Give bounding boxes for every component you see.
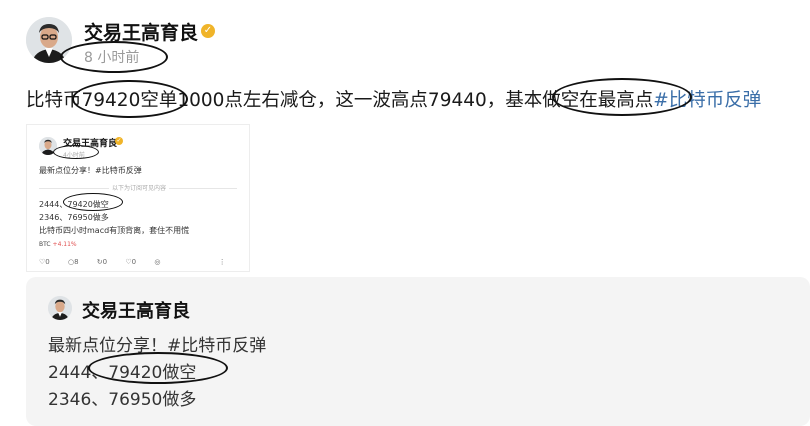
embedded-share-count: 0	[131, 258, 137, 266]
avatar-portrait	[26, 17, 72, 63]
embedded-author: 交易王高育良	[63, 139, 118, 149]
quote-line2: 2444、79420做空	[48, 363, 197, 383]
embedded-screenshot[interactable]: 交易王高育良 ✓ 4小时前 最新点位分享！#比特币反弹 以下为订阅可见内容 24…	[26, 124, 250, 272]
quote-avatar-portrait	[48, 296, 72, 320]
embedded-verified-icon: ✓	[115, 137, 123, 145]
embedded-line4: 比特币四小时macd有顶背离，套住不用慌	[39, 226, 190, 235]
post-time: 8 小时前	[84, 50, 140, 66]
embedded-avatar-portrait	[39, 137, 57, 155]
verified-badge-icon: ✓	[201, 24, 215, 38]
btc-change: +4.11%	[52, 241, 77, 248]
quote-author[interactable]: 交易王高育良	[82, 297, 190, 323]
embedded-divider-label: 以下为订阅可见内容	[109, 183, 170, 192]
post-main-text: 比特币79420空单1000点左右减仓，这一波高点79440，基本做空在最高点	[26, 90, 654, 111]
post-hashtag-link[interactable]: #比特币反弹	[653, 90, 761, 111]
embedded-avatar	[39, 137, 57, 155]
embedded-line1: 最新点位分享！#比特币反弹	[39, 166, 142, 175]
post-text: 比特币79420空单1000点左右减仓，这一波高点79440，基本做空在最高点#…	[26, 86, 761, 112]
embedded-like-count: 0	[102, 258, 108, 266]
embedded-refresh-icon: ◎	[154, 258, 161, 266]
quoted-post-card[interactable]: 交易王高育良 最新点位分享！#比特币反弹 2444、79420做空 2346、7…	[26, 277, 810, 426]
embedded-repost-count: 8	[74, 258, 79, 266]
author-avatar[interactable]	[26, 17, 72, 63]
embedded-line2: 2444、79420做空	[39, 200, 109, 209]
embedded-time: 4小时前	[63, 152, 85, 159]
quote-avatar[interactable]	[48, 296, 72, 320]
embedded-btc-tag: BTC +4.11%	[39, 241, 77, 248]
embedded-comment-count: 0	[45, 258, 50, 266]
btc-label: BTC	[39, 241, 51, 248]
embedded-line3: 2346、76950做多	[39, 213, 109, 222]
embedded-actions: ♡0 ○8 ↻0 ♡0 ◎ ⋮	[39, 258, 239, 266]
quote-line3: 2346、76950做多	[48, 390, 197, 410]
quote-line1: 最新点位分享！#比特币反弹	[48, 336, 267, 356]
embedded-more-icon: ⋮	[218, 258, 226, 266]
post-author[interactable]: 交易王高育良	[84, 18, 198, 45]
